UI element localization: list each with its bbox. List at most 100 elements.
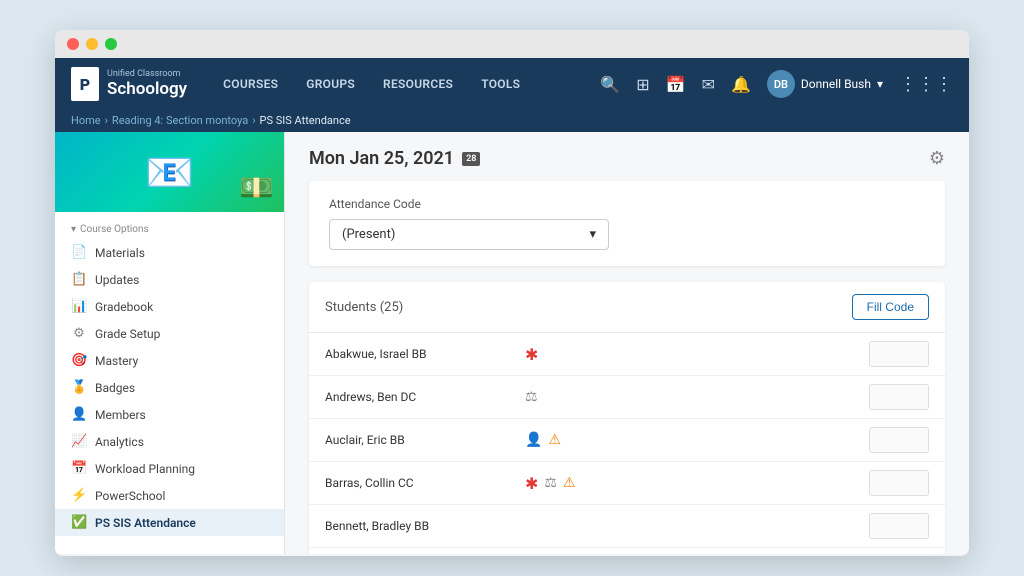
mail-icon[interactable]: ✉ bbox=[702, 75, 715, 94]
student-name: Abakwue, Israel BB bbox=[325, 347, 525, 361]
student-icons: 👤 ⚠ bbox=[525, 432, 869, 448]
sidebar-label-updates: Updates bbox=[95, 273, 139, 287]
date-title: Mon Jan 25, 2021 28 bbox=[309, 148, 480, 169]
warning-icon: ⚠ bbox=[563, 475, 576, 491]
chevron-down-icon: ▾ bbox=[877, 77, 883, 91]
breadcrumb: Home › Reading 4: Section montoya › PS S… bbox=[55, 110, 969, 132]
grid-small-icon[interactable]: ⊞ bbox=[636, 75, 649, 94]
sidebar-item-badges[interactable]: 🏅 Badges bbox=[55, 374, 284, 401]
attendance-chevron-icon: ▾ bbox=[589, 227, 596, 242]
attendance-select[interactable]: (Present) ▾ bbox=[329, 219, 609, 250]
main-layout: 📧 💵 ▾ Course Options 📄 Materials 📋 Updat… bbox=[55, 132, 969, 554]
student-code-input[interactable] bbox=[869, 427, 929, 453]
sidebar-item-gradebook[interactable]: 📊 Gradebook bbox=[55, 293, 284, 320]
student-code-input[interactable] bbox=[869, 513, 929, 539]
badges-icon: 🏅 bbox=[71, 380, 87, 395]
chevron-icon: ▾ bbox=[71, 224, 76, 235]
alert-icon: ✱ bbox=[525, 474, 538, 493]
sidebar-item-analytics[interactable]: 📈 Analytics bbox=[55, 428, 284, 455]
sidebar-item-materials[interactable]: 📄 Materials bbox=[55, 239, 284, 266]
student-name: Barras, Collin CC bbox=[325, 476, 525, 490]
brand-logo[interactable]: P Unified Classroom Schoology bbox=[71, 67, 187, 101]
breadcrumb-home[interactable]: Home bbox=[71, 114, 101, 127]
student-row: Auclair, Eric BB 👤 ⚠ bbox=[309, 419, 945, 462]
main-content: Mon Jan 25, 2021 28 ⚙ Attendance Code (P… bbox=[285, 132, 969, 554]
sidebar-label-gradebook: Gradebook bbox=[95, 300, 153, 314]
breadcrumb-sep-1: › bbox=[105, 114, 108, 127]
sidebar-label-materials: Materials bbox=[95, 246, 145, 260]
student-name: Auclair, Eric BB bbox=[325, 433, 525, 447]
sidebar-label-badges: Badges bbox=[95, 381, 135, 395]
brand-title: Schoology bbox=[107, 79, 187, 99]
calendar-icon[interactable]: 📅 bbox=[666, 75, 686, 94]
titlebar bbox=[55, 30, 969, 58]
workload-icon: 📅 bbox=[71, 461, 87, 476]
scale-icon: ⚖ bbox=[544, 475, 557, 491]
bell-icon[interactable]: 🔔 bbox=[731, 75, 751, 94]
sidebar: 📧 💵 ▾ Course Options 📄 Materials 📋 Updat… bbox=[55, 132, 285, 554]
student-row: Barras, Collin CC ✱ ⚖ ⚠ bbox=[309, 462, 945, 505]
nav-links: COURSES GROUPS RESOURCES TOOLS bbox=[211, 71, 600, 97]
search-icon[interactable]: 🔍 bbox=[600, 75, 620, 94]
settings-icon[interactable]: ⚙ bbox=[929, 148, 945, 169]
gradebook-icon: 📊 bbox=[71, 299, 87, 314]
user-avatar: DB bbox=[767, 70, 795, 98]
attendance-value: (Present) bbox=[342, 227, 395, 242]
sidebar-item-members[interactable]: 👤 Members bbox=[55, 401, 284, 428]
course-options-label: Course Options bbox=[80, 224, 149, 235]
mastery-icon: 🎯 bbox=[71, 353, 87, 368]
fill-code-button[interactable]: Fill Code bbox=[852, 294, 929, 320]
breadcrumb-current: PS SIS Attendance bbox=[260, 114, 351, 127]
minimize-button[interactable] bbox=[86, 38, 98, 50]
sidebar-item-updates[interactable]: 📋 Updates bbox=[55, 266, 284, 293]
student-name: Bennett, Bradley BB bbox=[325, 519, 525, 533]
sidebar-item-powerschool[interactable]: ⚡ PowerSchool bbox=[55, 482, 284, 509]
user-name: Donnell Bush bbox=[801, 77, 871, 91]
apps-grid-icon[interactable]: ⋮⋮⋮ bbox=[899, 74, 953, 95]
sidebar-section: ▾ Course Options 📄 Materials 📋 Updates 📊… bbox=[55, 212, 284, 540]
course-image: 📧 💵 bbox=[55, 132, 284, 212]
powerschool-icon: ⚡ bbox=[71, 488, 87, 503]
nav-resources[interactable]: RESOURCES bbox=[371, 71, 465, 97]
person-icon: 👤 bbox=[525, 432, 542, 448]
course-options-toggle[interactable]: ▾ Course Options bbox=[55, 220, 284, 239]
sidebar-label-mastery: Mastery bbox=[95, 354, 138, 368]
student-row: Bennett, Bradley BB bbox=[309, 505, 945, 548]
sidebar-label-members: Members bbox=[95, 408, 146, 422]
student-code-input[interactable] bbox=[869, 341, 929, 367]
sidebar-item-workload-planning[interactable]: 📅 Workload Planning bbox=[55, 455, 284, 482]
nav-icons: 🔍 ⊞ 📅 ✉ 🔔 DB Donnell Bush ▾ ⋮⋮⋮ bbox=[600, 70, 953, 98]
students-count: Students (25) bbox=[325, 300, 403, 315]
attendance-section: Attendance Code (Present) ▾ bbox=[309, 181, 945, 266]
sidebar-item-mastery[interactable]: 🎯 Mastery bbox=[55, 347, 284, 374]
student-name: Andrews, Ben DC bbox=[325, 390, 525, 404]
alert-icon: ✱ bbox=[525, 345, 538, 364]
breadcrumb-section[interactable]: Reading 4: Section montoya bbox=[112, 114, 248, 127]
scale-icon: ⚖ bbox=[525, 389, 538, 405]
students-section: Students (25) Fill Code Abakwue, Israel … bbox=[309, 282, 945, 554]
student-row: Abakwue, Israel BB ✱ bbox=[309, 333, 945, 376]
grade-setup-icon: ⚙ bbox=[71, 326, 87, 341]
attendance-icon: ✅ bbox=[71, 515, 87, 530]
updates-icon: 📋 bbox=[71, 272, 87, 287]
students-header: Students (25) Fill Code bbox=[309, 282, 945, 333]
nav-courses[interactable]: COURSES bbox=[211, 71, 290, 97]
members-icon: 👤 bbox=[71, 407, 87, 422]
student-code-input[interactable] bbox=[869, 384, 929, 410]
user-menu[interactable]: DB Donnell Bush ▾ bbox=[767, 70, 883, 98]
sidebar-label-grade-setup: Grade Setup bbox=[95, 327, 160, 341]
warning-icon: ⚠ bbox=[548, 432, 561, 448]
close-button[interactable] bbox=[67, 38, 79, 50]
nav-groups[interactable]: GROUPS bbox=[294, 71, 367, 97]
maximize-button[interactable] bbox=[105, 38, 117, 50]
sidebar-item-grade-setup[interactable]: ⚙ Grade Setup bbox=[55, 320, 284, 347]
sidebar-item-ps-sis-attendance[interactable]: ✅ PS SIS Attendance bbox=[55, 509, 284, 536]
breadcrumb-sep-2: › bbox=[252, 114, 255, 127]
analytics-icon: 📈 bbox=[71, 434, 87, 449]
attendance-label: Attendance Code bbox=[329, 197, 925, 211]
materials-icon: 📄 bbox=[71, 245, 87, 260]
brand-subtitle: Unified Classroom bbox=[107, 69, 187, 79]
student-code-input[interactable] bbox=[869, 470, 929, 496]
content-header: Mon Jan 25, 2021 28 ⚙ bbox=[309, 148, 945, 169]
nav-tools[interactable]: TOOLS bbox=[469, 71, 532, 97]
